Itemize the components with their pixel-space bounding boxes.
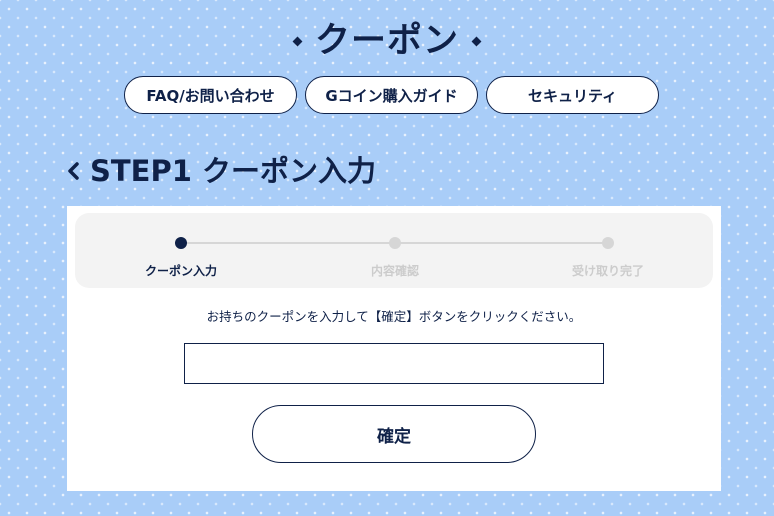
- step-heading-text: STEP1 クーポン入力: [90, 154, 377, 188]
- page-title: クーポン: [0, 8, 774, 67]
- chevron-left-icon[interactable]: [66, 160, 80, 182]
- coupon-card: クーポン入力 内容確認 受け取り完了 お持ちのクーポンを入力して【確定】ボタンを…: [67, 206, 721, 491]
- progress-connector: [394, 242, 607, 244]
- step-heading: STEP1 クーポン入力: [66, 150, 376, 192]
- faq-contact-button[interactable]: FAQ/お問い合わせ: [124, 76, 297, 114]
- page-title-text: クーポン: [314, 20, 459, 61]
- step-label-receive-complete: 受け取り完了: [571, 264, 644, 278]
- confirm-button[interactable]: 確定: [252, 405, 536, 463]
- gcoin-purchase-guide-button[interactable]: Gコイン購入ガイド: [305, 76, 478, 114]
- step-dot-coupon-input: [175, 237, 187, 249]
- progress-stepper: クーポン入力 内容確認 受け取り完了: [75, 213, 713, 288]
- instruction-text: お持ちのクーポンを入力して【確定】ボタンをクリックください。: [206, 309, 582, 324]
- coupon-code-input[interactable]: [184, 343, 604, 384]
- step-dot-confirm-content: [389, 237, 401, 249]
- diamond-bullet-right-icon: [471, 36, 482, 47]
- top-links: FAQ/お問い合わせ Gコイン購入ガイド セキュリティ: [124, 76, 659, 114]
- progress-connector: [180, 242, 394, 244]
- step-dot-receive-complete: [602, 237, 614, 249]
- step-label-coupon-input: クーポン入力: [144, 264, 217, 278]
- security-button[interactable]: セキュリティ: [486, 76, 659, 114]
- step-label-confirm-content: 内容確認: [370, 264, 419, 278]
- diamond-bullet-left-icon: [292, 36, 303, 47]
